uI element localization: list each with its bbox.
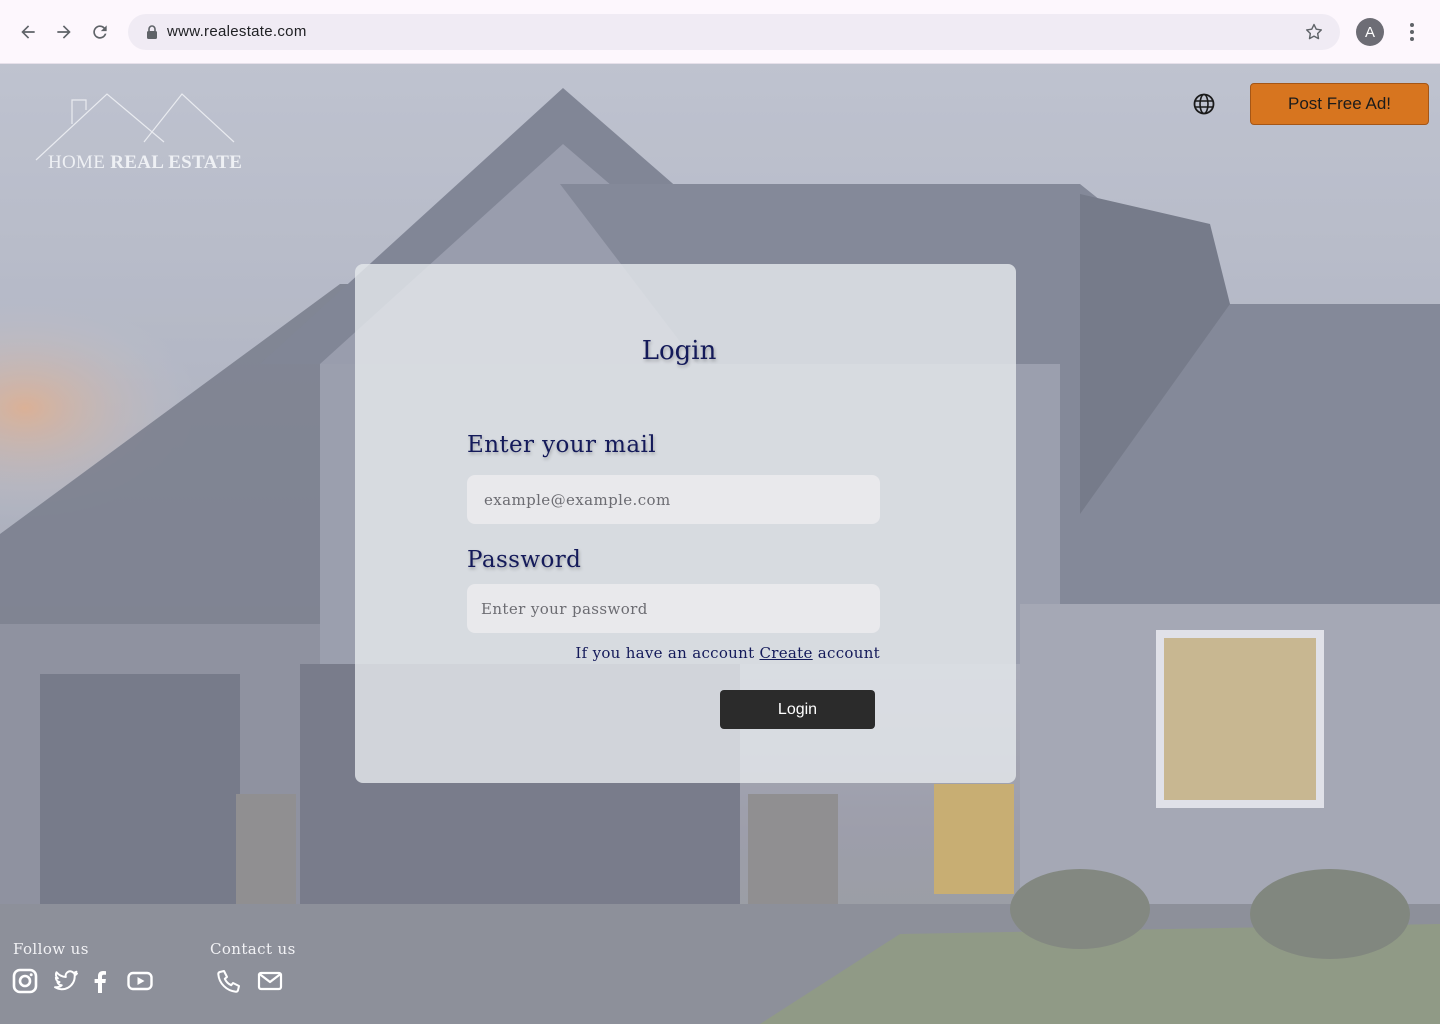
account-suffix: account — [817, 644, 880, 662]
browser-toolbar: www.realestate.com A — [0, 0, 1440, 64]
youtube-icon[interactable] — [127, 968, 153, 994]
lock-icon — [147, 25, 157, 39]
facebook-icon[interactable] — [87, 968, 113, 994]
follow-us-heading: Follow us — [13, 940, 89, 958]
login-card: Login Enter your mail Password If you ha… — [355, 264, 1016, 783]
password-label: Password — [467, 547, 582, 573]
login-button[interactable]: Login — [720, 690, 875, 729]
url-text: www.realestate.com — [167, 23, 307, 40]
mail-icon[interactable] — [257, 968, 283, 994]
login-title: Login — [641, 336, 717, 366]
phone-icon[interactable] — [216, 968, 242, 994]
profile-avatar[interactable]: A — [1356, 18, 1384, 46]
instagram-icon[interactable] — [12, 968, 38, 994]
address-bar[interactable]: www.realestate.com — [128, 14, 1340, 50]
reload-icon[interactable] — [88, 20, 112, 44]
password-field[interactable] — [467, 584, 880, 633]
logo-real-estate: REAL ESTATE — [110, 152, 243, 173]
forward-arrow-icon[interactable] — [52, 20, 76, 44]
logo-home: HOME — [48, 152, 106, 173]
contact-us-heading: Contact us — [210, 940, 296, 958]
create-account-link[interactable]: Create — [760, 644, 813, 662]
post-free-ad-button[interactable]: Post Free Ad! — [1250, 83, 1429, 125]
back-arrow-icon[interactable] — [16, 20, 40, 44]
email-field[interactable] — [467, 475, 880, 524]
account-prefix: If you have an account — [575, 644, 755, 662]
logo-text[interactable]: HOME REAL ESTATE — [48, 152, 242, 174]
bookmark-star-icon[interactable] — [1304, 22, 1324, 42]
twitter-icon[interactable] — [53, 968, 79, 994]
create-account-text: If you have an account Create account — [575, 644, 880, 662]
more-vert-icon[interactable] — [1402, 20, 1422, 44]
page-background: HOME REAL ESTATE Post Free Ad! Login Ent… — [0, 64, 1440, 1024]
globe-language-icon[interactable] — [1192, 92, 1216, 116]
email-label: Enter your mail — [467, 432, 656, 458]
